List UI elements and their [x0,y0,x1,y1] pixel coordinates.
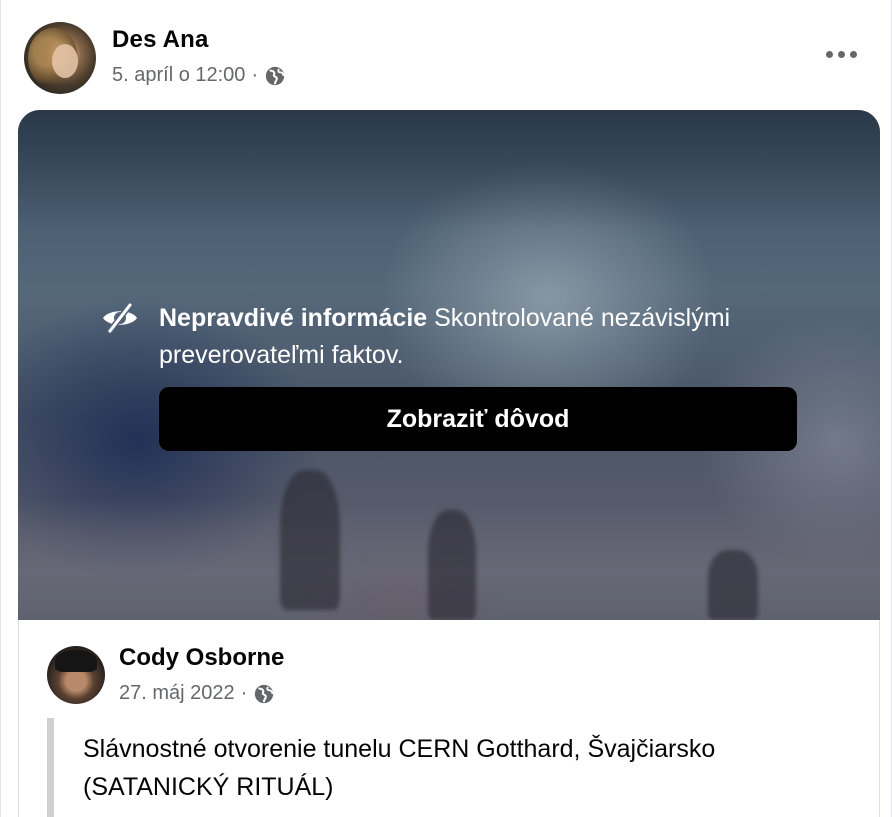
post-timestamp[interactable]: 5. apríl o 12:00 [112,64,245,87]
blurred-figure [428,510,476,620]
shared-post-meta: 27. máj 2022 · [119,682,275,705]
avatar-cap [55,650,97,672]
post-meta: 5. apríl o 12:00 · [112,64,286,87]
meta-separator: · [251,64,259,86]
blurred-figure [280,470,340,610]
author-avatar[interactable] [24,22,96,94]
shared-author-avatar[interactable] [47,646,105,704]
meta-separator: · [240,682,248,704]
avatar-face [52,44,78,78]
more-options-button[interactable] [821,42,861,66]
shared-post-text-line: Slávnostné otvorenie tunelu CERN Gotthar… [83,735,716,763]
dot [825,50,833,58]
dot [849,50,857,58]
dot [837,50,845,58]
shared-post-text: Slávnostné otvorenie tunelu CERN Gotthar… [83,730,843,806]
shared-post-text-line: (SATANICKÝ RITUÁL) [83,773,334,801]
blurred-media: Nepravdivé informácie Skontrolované nezá… [18,110,880,620]
media-ceiling-shade [18,110,880,230]
see-why-button[interactable]: Zobraziť dôvod [159,387,797,451]
fact-check-label: Nepravdivé informácie Skontrolované nezá… [159,300,799,374]
eye-slash-icon [103,302,137,334]
post-card: Des Ana 5. apríl o 12:00 · Nepravdivé in… [0,0,892,817]
globe-icon [265,66,285,85]
quote-bar [47,718,54,817]
blurred-figure [708,550,758,620]
fact-check-title: Nepravdivé informácie [159,304,428,332]
shared-post-timestamp[interactable]: 27. máj 2022 [119,682,235,705]
globe-icon [255,684,274,703]
shared-author-name[interactable]: Cody Osborne [119,644,284,672]
author-name[interactable]: Des Ana [112,26,209,54]
